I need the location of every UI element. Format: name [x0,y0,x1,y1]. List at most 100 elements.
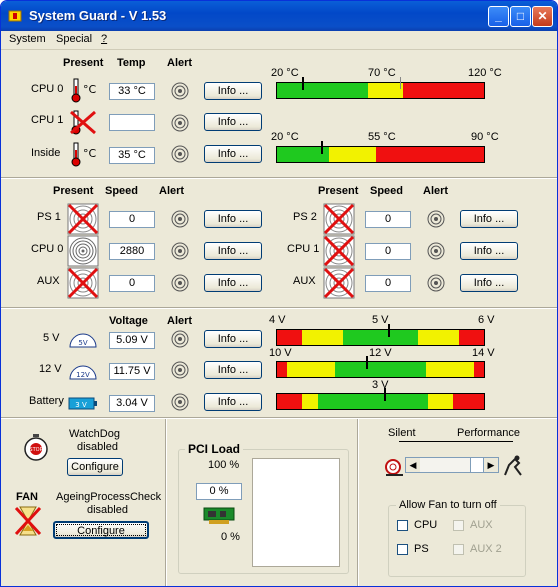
watchdog-configure-button[interactable]: Configure [67,458,123,476]
temp-info-button-cpu0[interactable]: Info ... [204,82,262,100]
watchdog-status: disabled [77,441,118,453]
fan-present-header-left: Present [53,185,94,197]
alert-icon [171,330,189,348]
fan-field-aux: 0 [109,275,155,292]
fan-present-header-right: Present [318,185,359,197]
inside-temp-marker [321,141,323,154]
fan-label-aux-right: AUX [293,275,316,287]
ageing-configure-button[interactable]: Configure [53,521,149,539]
voltage-info-button-battery[interactable]: Info ... [204,393,262,411]
voltage-label-5v: 5 V [43,332,60,344]
allow-fan-aux2-checkbox[interactable] [453,544,464,555]
battery-marker [384,388,386,401]
fan-label-cpu1: CPU 1 [287,243,320,255]
title-bar[interactable]: System Guard - V 1.53 _ □ ✕ [1,1,557,31]
fan-performance-label: Performance [457,427,520,439]
fan-info-button-aux[interactable]: Info ... [204,274,262,292]
battery-scale [276,393,485,410]
window-title: System Guard - V 1.53 [29,8,167,23]
allow-fan-groupbox [388,505,526,577]
alert-icon [427,242,445,260]
fan-speed-header-left: Speed [105,185,139,197]
fan-info-button-cpu0[interactable]: Info ... [204,242,262,260]
fan-field-aux-right: 0 [365,275,411,292]
close-button[interactable]: ✕ [532,6,553,27]
slider-thumb[interactable] [420,458,471,472]
allow-fan-aux-checkbox[interactable] [453,520,464,531]
inside-temp-scale [276,146,485,163]
temp-alert-header: Alert [167,57,193,69]
menu-help[interactable]: ? [101,33,107,45]
allow-fan-ps-label: PS [414,543,429,555]
fan-panel: Present Speed Alert Present Speed Alert … [1,179,557,308]
5v-scale [276,329,485,346]
alert-icon [171,82,189,100]
cpu-scale-mid: 70 °C [368,67,396,79]
allow-fan-cpu-checkbox[interactable] [397,520,408,531]
allow-fan-title: Allow Fan to turn off [396,499,500,511]
alert-icon [171,242,189,260]
fan-speed-slider[interactable]: ◀ ▶ [405,457,499,473]
allow-fan-cpu-label: CPU [414,519,438,531]
temp-info-button-cpu1[interactable]: Info ... [204,113,262,131]
12v-scale [276,361,485,378]
voltage-label-12v: 12 V [39,363,62,375]
cpu-temp-marker [302,77,304,90]
slider-right-arrow[interactable]: ▶ [483,458,498,472]
inside-scale-min: 20 °C [271,131,299,143]
menu-system[interactable]: System [9,33,46,45]
alert-icon [171,145,189,163]
voltage-info-button-5v[interactable]: Info ... [204,330,262,348]
allow-fan-aux2-label: AUX 2 [470,543,502,555]
fan-info-button-aux-right[interactable]: Info ... [460,274,518,292]
svg-text:12V: 12V [76,371,90,379]
fan-absent-icon [67,203,99,235]
fan-label: FAN [16,491,38,503]
fan-alert-header-right: Alert [423,185,449,197]
svg-text:5V: 5V [78,339,87,347]
gauge-icon: 5V [69,333,97,348]
runner-icon [504,455,522,476]
fan-field-cpu1: 0 [365,243,411,260]
svg-text:STOP: STOP [29,447,42,453]
hourglass-icon [14,506,42,536]
12v-scale-max: 14 V [472,347,495,359]
voltage-info-button-12v[interactable]: Info ... [204,361,262,379]
slider-left-arrow[interactable]: ◀ [406,458,421,472]
fan-absent-icon [67,267,99,299]
12v-scale-min: 10 V [269,347,292,359]
alert-icon [171,114,189,132]
fan-info-button-ps1[interactable]: Info ... [204,210,262,228]
ageing-status: disabled [87,504,128,516]
alert-icon [171,361,189,379]
menu-bar: System Special ? [1,31,557,50]
battery-icon: 3 V [68,397,97,410]
watchdog-title: WatchDog [69,428,120,440]
fan-absent-icon [323,203,355,235]
cpu-scale-min: 20 °C [271,67,299,79]
minimize-button[interactable]: _ [488,6,509,27]
temp-info-button-inside[interactable]: Info ... [204,145,262,163]
maximize-button[interactable]: □ [510,6,531,27]
thermometer-absent-icon [70,110,96,135]
ageing-title: AgeingProcessCheck [56,491,162,503]
temp-field-cpu1 [109,114,155,131]
menu-special[interactable]: Special [56,33,92,45]
fan-absent-icon [323,267,355,299]
temp-field-cpu0: 33 °C [109,83,155,100]
cpu-temp-scale [276,82,485,99]
fan-info-button-ps2[interactable]: Info ... [460,210,518,228]
fan-info-button-cpu1[interactable]: Info ... [460,242,518,260]
12v-marker [366,356,368,369]
temp-label-cpu1: CPU 1 [31,114,64,126]
12v-scale-mid: 12 V [369,347,392,359]
5v-scale-max: 6 V [478,314,495,326]
allow-fan-ps-checkbox[interactable] [397,544,408,555]
inside-scale-max: 90 °C [471,131,499,143]
alert-icon [171,393,189,411]
alert-icon [171,274,189,292]
temp-unit: °C [83,147,97,160]
fan-label-ps1: PS 1 [37,211,61,223]
temp-unit: °C [83,83,97,96]
fan-alert-header-left: Alert [159,185,185,197]
